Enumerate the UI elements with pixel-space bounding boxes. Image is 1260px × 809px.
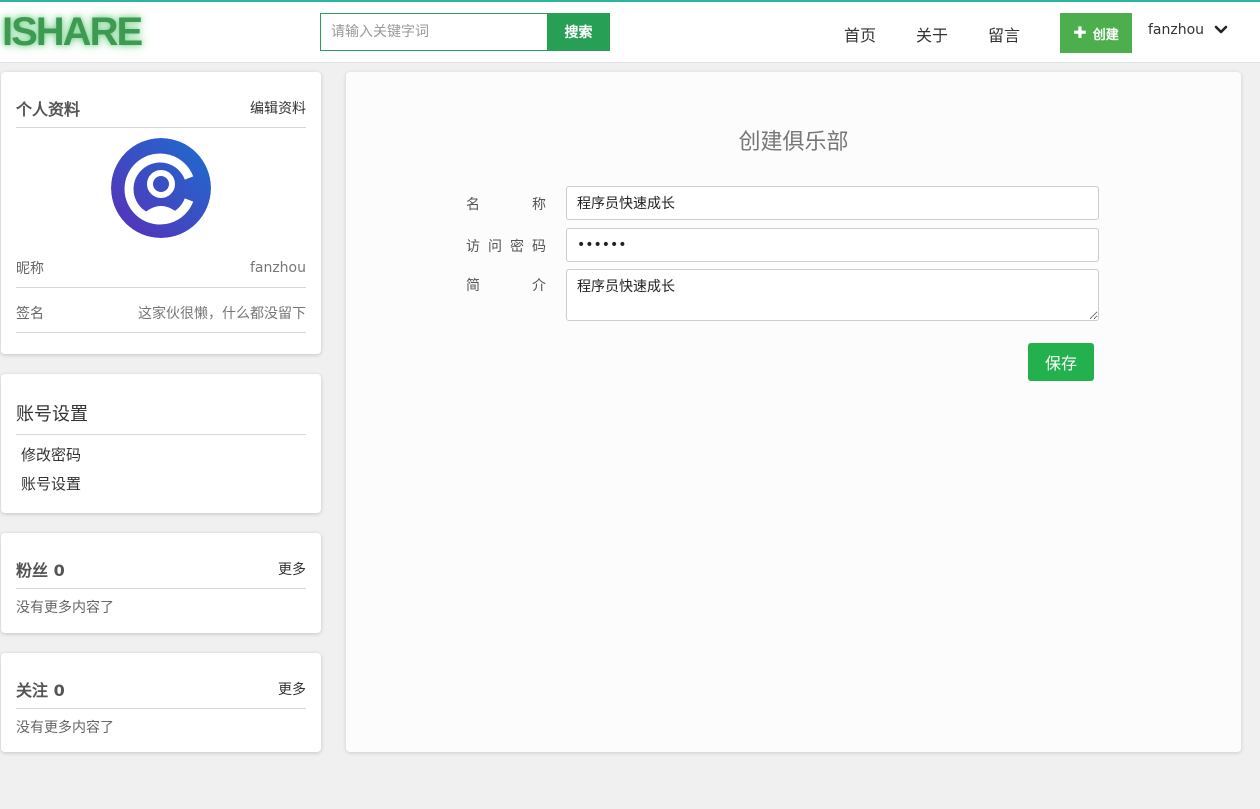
account-settings-card: 账号设置 修改密码 账号设置 [1, 374, 321, 513]
user-menu[interactable]: fanzhou [1148, 22, 1228, 38]
fans-card: 粉丝 0 更多 没有更多内容了 [1, 533, 321, 633]
fans-more-link[interactable]: 更多 [278, 559, 306, 579]
access-password-input[interactable] [566, 228, 1099, 262]
save-button[interactable]: 保存 [1028, 343, 1094, 381]
password-label: 访问密码 [466, 239, 546, 255]
profile-title: 个人资料 [16, 99, 81, 119]
profile-card-header: 个人资料 编辑资料 [16, 88, 306, 128]
change-password-link[interactable]: 修改密码 [21, 444, 81, 465]
avatar[interactable] [111, 138, 211, 238]
follows-empty-text: 没有更多内容了 [16, 720, 114, 736]
create-club-panel: 创建俱乐部 名称 访问密码 简介 程序员快速成长 保存 [346, 72, 1241, 752]
account-settings-link[interactable]: 账号设置 [21, 473, 81, 494]
chevron-down-icon [1214, 25, 1228, 34]
nav-message[interactable]: 留言 [988, 22, 1020, 46]
name-label: 名称 [466, 197, 546, 213]
club-name-input[interactable] [566, 186, 1099, 220]
search-button[interactable]: 搜索 [547, 13, 610, 51]
signature-label: 签名 [16, 305, 44, 322]
edit-profile-link[interactable]: 编辑资料 [250, 98, 306, 118]
intro-textarea[interactable]: 程序员快速成长 [566, 269, 1099, 321]
plus-icon: ✚ [1073, 23, 1087, 42]
top-header: ISHARE 搜索 首页 关于 留言 ✚ 创建 fanzhou [0, 2, 1260, 63]
follows-more-link[interactable]: 更多 [278, 679, 306, 699]
follows-card: 关注 0 更多 没有更多内容了 [1, 653, 321, 752]
search-input[interactable] [320, 13, 548, 51]
signature-row: 签名 这家伙很懒，什么都没留下 [16, 293, 306, 333]
divider [16, 434, 306, 435]
fans-empty-text: 没有更多内容了 [16, 600, 114, 616]
nav-home[interactable]: 首页 [844, 22, 876, 46]
form-title: 创建俱乐部 [738, 130, 849, 155]
account-settings-title: 账号设置 [16, 404, 88, 425]
profile-card: 个人资料 编辑资料 昵称 fanzhou 签名 这家伙很懒，什么都没留下 [1, 72, 321, 354]
create-button-label: 创建 [1092, 27, 1119, 43]
create-button[interactable]: ✚ 创建 [1060, 13, 1132, 53]
site-logo[interactable]: ISHARE [2, 8, 143, 56]
nickname-value: fanzhou [249, 259, 306, 276]
follows-card-header: 关注 0 更多 [16, 669, 306, 709]
nickname-label: 昵称 [16, 260, 44, 277]
fans-card-header: 粉丝 0 更多 [16, 549, 306, 589]
nickname-row: 昵称 fanzhou [16, 248, 306, 288]
username: fanzhou [1148, 22, 1205, 38]
signature-value: 这家伙很懒，什么都没留下 [138, 305, 306, 322]
fans-title: 粉丝 0 [16, 560, 65, 580]
intro-label: 简介 [466, 278, 546, 294]
follows-title: 关注 0 [16, 680, 65, 700]
nav-about[interactable]: 关于 [916, 22, 948, 46]
